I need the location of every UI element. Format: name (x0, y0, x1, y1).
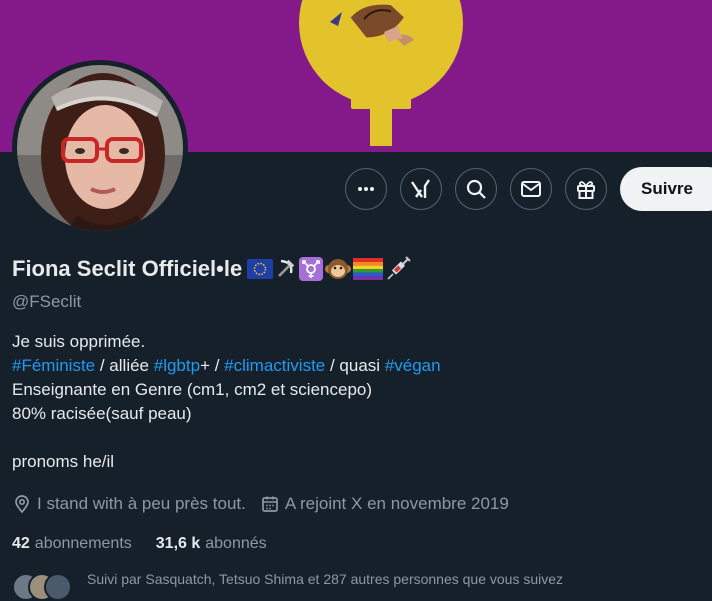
display-name: Fiona Seclit Officiel•le (12, 256, 411, 282)
bio-separator: / quasi (325, 356, 385, 375)
bio-line: 80% racisée(sauf peau) (12, 404, 192, 423)
hammer-sickle-icon (278, 259, 295, 277)
followers-label: abonnés (205, 535, 267, 552)
grok-icon (411, 179, 430, 198)
name-emojis (247, 256, 411, 282)
message-icon (521, 181, 541, 197)
location-text: I stand with à peu près tout. (37, 494, 246, 513)
syringe-icon (387, 256, 411, 280)
gift-icon (577, 181, 595, 199)
following-label: abonnements (34, 535, 132, 552)
hashtag-vegan[interactable]: #végan (385, 356, 441, 375)
bio-line: Je suis opprimée. (12, 332, 146, 351)
more-button[interactable] (345, 168, 387, 210)
bio-blank-line (12, 426, 702, 450)
followed-by-text: Suivi par Sasquatch, Tetsuo Shima et 287… (87, 571, 564, 587)
search-icon (466, 179, 486, 199)
bio-line: Enseignante en Genre (cm1, cm2 et scienc… (12, 380, 373, 399)
bio-separator: / alliée (95, 356, 154, 375)
followed-by-avatars (12, 571, 74, 601)
followers-link[interactable]: 31,6 k abonnés (156, 535, 267, 553)
search-button[interactable] (455, 168, 497, 210)
eu-flag-icon (247, 259, 274, 279)
hashtag-feministe[interactable]: #Féministe (12, 356, 95, 375)
followed-by[interactable]: Suivi par Sasquatch, Tetsuo Shima et 287… (12, 571, 564, 601)
transgender-symbol-icon (299, 257, 324, 281)
more-icon (358, 187, 374, 191)
hashtag-climactiviste[interactable]: #climactiviste (224, 356, 325, 375)
profile-bio: Je suis opprimée. #Féministe / alliée #l… (12, 330, 702, 474)
joined-text: A rejoint X en novembre 2019 (284, 494, 509, 513)
calendar-icon (262, 496, 278, 512)
grok-button[interactable] (400, 168, 442, 210)
hashtag-lgbtp[interactable]: #lgbtp (154, 356, 200, 375)
display-name-text: Fiona Seclit Officiel•le (12, 256, 243, 281)
profile-meta: I stand with à peu près tout. A rejoint … (12, 494, 523, 514)
following-count: 42 (12, 535, 30, 552)
profile-actions: Suivre (0, 167, 712, 213)
follow-button[interactable]: Suivre (620, 167, 712, 211)
following-link[interactable]: 42 abonnements (12, 535, 132, 553)
location-item: I stand with à peu près tout. (12, 494, 246, 514)
followers-count: 31,6 k (155, 535, 201, 552)
profile-stats: 42 abonnements 31,6 k abonnés (12, 535, 291, 553)
bio-tags-line: #Féministe / alliée #lgbtp+ / #climactiv… (12, 354, 702, 378)
follow-label: Suivre (641, 179, 693, 198)
location-pin-icon (15, 495, 29, 514)
bio-line: pronoms he/il (12, 452, 115, 471)
rainbow-flag-icon (353, 258, 384, 280)
monkey-icon (325, 259, 352, 279)
avatar (44, 573, 72, 601)
gift-button[interactable] (565, 168, 607, 210)
joined-item: A rejoint X en novembre 2019 (260, 494, 509, 514)
profile-handle: @FSeclit (12, 292, 82, 311)
message-button[interactable] (510, 168, 552, 210)
bio-separator: + / (200, 356, 225, 375)
